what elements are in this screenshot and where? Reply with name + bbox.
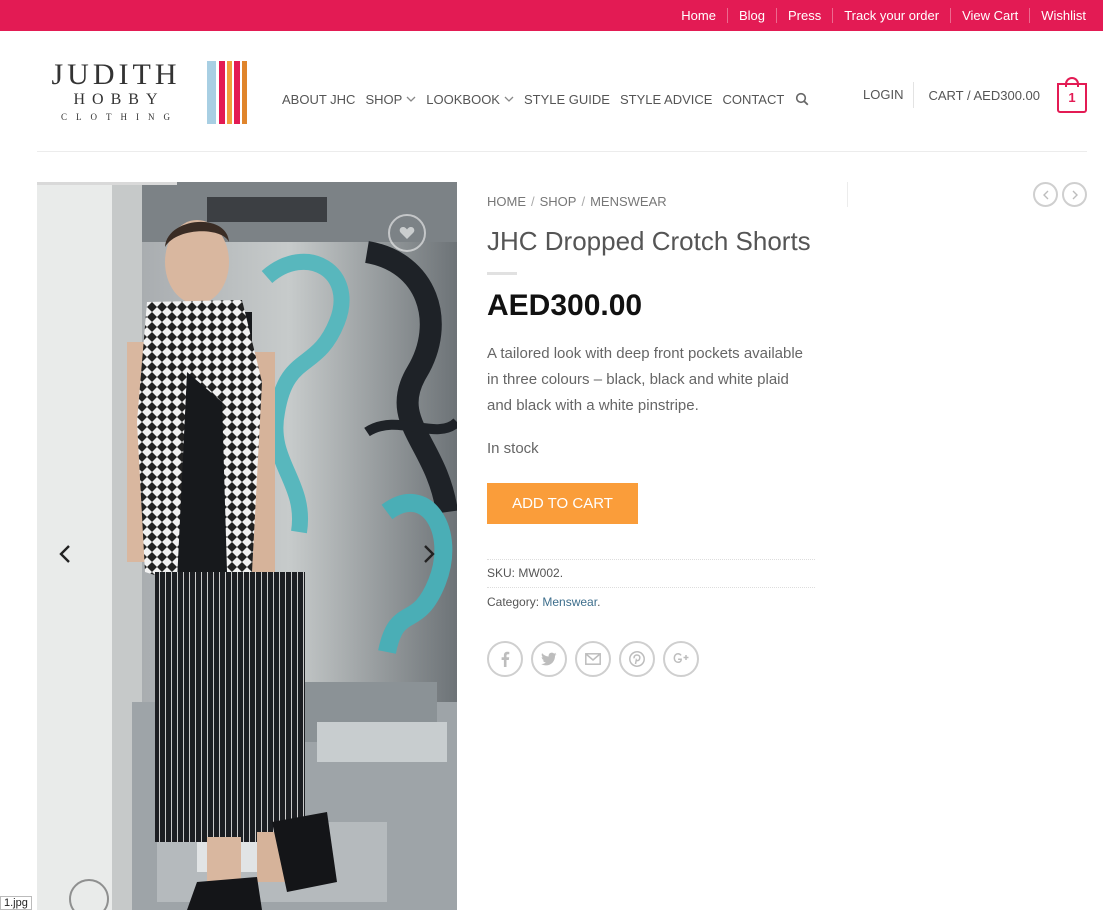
breadcrumb-home[interactable]: HOME [487, 194, 526, 209]
topbar-link-wishlist[interactable]: Wishlist [1029, 8, 1089, 23]
product-category: Category: Menswear. [487, 595, 600, 609]
chevron-left-icon [1042, 190, 1048, 199]
share-facebook-button[interactable] [487, 641, 523, 677]
heart-icon [399, 226, 415, 239]
gallery-next-arrow-icon[interactable] [418, 543, 438, 565]
nav-item-label: ABOUT JHC [282, 91, 356, 107]
breadcrumb-menswear[interactable]: MENSWEAR [590, 194, 667, 209]
product-sku: SKU: MW002. [487, 566, 563, 580]
topbar-link-view-cart[interactable]: View Cart [950, 8, 1029, 23]
cart-link[interactable]: CART / AED300.00 [928, 88, 1040, 103]
product-navigation [1033, 182, 1091, 207]
topbar-link-track-order[interactable]: Track your order [832, 8, 950, 23]
category-label: Category: [487, 595, 540, 609]
top-bar-nav: Home Blog Press Track your order View Ca… [670, 0, 1089, 31]
nav-item-label: STYLE GUIDE [523, 91, 610, 107]
share-google-plus-button[interactable] [663, 641, 699, 677]
meta-divider [487, 559, 815, 560]
title-divider [487, 272, 517, 275]
chevron-down-icon [504, 96, 514, 102]
logo-text-hobby: HOBBY [73, 91, 165, 108]
topbar-link-home[interactable]: Home [670, 8, 727, 23]
facebook-icon [501, 651, 510, 667]
previous-product-button[interactable] [1033, 182, 1058, 207]
topbar-link-blog[interactable]: Blog [726, 8, 776, 23]
breadcrumb-shop[interactable]: SHOP [540, 194, 577, 209]
category-link[interactable]: Menswear [542, 595, 597, 609]
share-pinterest-button[interactable] [619, 641, 655, 677]
sku-label: SKU: [487, 566, 516, 580]
nav-item-label: LOOKBOOK [426, 91, 500, 107]
nav-item-label: SHOP [365, 91, 403, 107]
logo-text-judith: JUDITH [51, 58, 181, 91]
site-logo[interactable]: JUDITH HOBBY CLOTHING [37, 60, 252, 126]
breadcrumb-separator: / [531, 194, 535, 209]
summary-divider [847, 182, 848, 207]
nav-item-style-guide[interactable]: STYLE GUIDE [524, 92, 610, 107]
chevron-down-icon [406, 96, 416, 102]
nav-item-shop[interactable]: SHOP [365, 92, 416, 107]
gallery-prev-arrow-icon[interactable] [56, 543, 76, 565]
share-buttons [487, 641, 707, 677]
nav-item-about[interactable]: ABOUT JHC [282, 92, 355, 107]
product-photo [37, 182, 457, 910]
add-to-cart-button[interactable]: ADD TO CART [487, 483, 638, 524]
meta-divider [487, 587, 815, 588]
product-image[interactable] [37, 182, 457, 910]
site-header: JUDITH HOBBY CLOTHING ABOUT JHC SHOP LOO… [0, 31, 1103, 151]
image-filename-label: 1.jpg [0, 896, 32, 910]
sku-value: MW002. [518, 566, 564, 580]
top-bar: Home Blog Press Track your order View Ca… [0, 0, 1103, 31]
wishlist-heart-button[interactable] [388, 214, 426, 252]
product-description: A tailored look with deep front pockets … [487, 345, 804, 414]
search-icon[interactable] [795, 92, 809, 106]
main-nav: ABOUT JHC SHOP LOOKBOOK STYLE GUIDE STYL… [282, 91, 809, 107]
breadcrumb: HOME / SHOP / MENSWEAR [487, 194, 667, 209]
image-progress-bar [37, 182, 177, 185]
twitter-icon [541, 652, 557, 666]
login-link[interactable]: LOGIN [863, 82, 915, 108]
share-twitter-button[interactable] [531, 641, 567, 677]
email-icon [585, 653, 601, 665]
nav-item-contact[interactable]: CONTACT [722, 92, 784, 107]
header-divider [37, 151, 1087, 152]
nav-item-label: CONTACT [722, 91, 785, 107]
share-email-button[interactable] [575, 641, 611, 677]
header-account: LOGIN CART / AED300.00 1 [863, 77, 1087, 113]
category-suffix: . [597, 595, 601, 609]
breadcrumb-separator: / [581, 194, 586, 209]
topbar-link-press[interactable]: Press [775, 8, 832, 23]
cart-icon[interactable]: 1 [1057, 77, 1087, 113]
nav-item-lookbook[interactable]: LOOKBOOK [426, 92, 514, 107]
product-title: JHC Dropped Crotch Shorts [487, 226, 811, 256]
logo-text-clothing: CLOTHING [61, 112, 179, 122]
nav-item-label: STYLE ADVICE [619, 91, 713, 107]
product-price: AED300.00 [487, 289, 643, 322]
stock-status: In stock [487, 440, 539, 457]
pinterest-icon [629, 651, 645, 667]
nav-item-style-advice[interactable]: STYLE ADVICE [620, 92, 712, 107]
google-plus-icon [673, 653, 689, 664]
next-product-button[interactable] [1062, 182, 1087, 207]
chevron-right-icon [1072, 190, 1078, 199]
cart-count-badge: 1 [1057, 83, 1087, 113]
logo-stripes [207, 61, 247, 124]
